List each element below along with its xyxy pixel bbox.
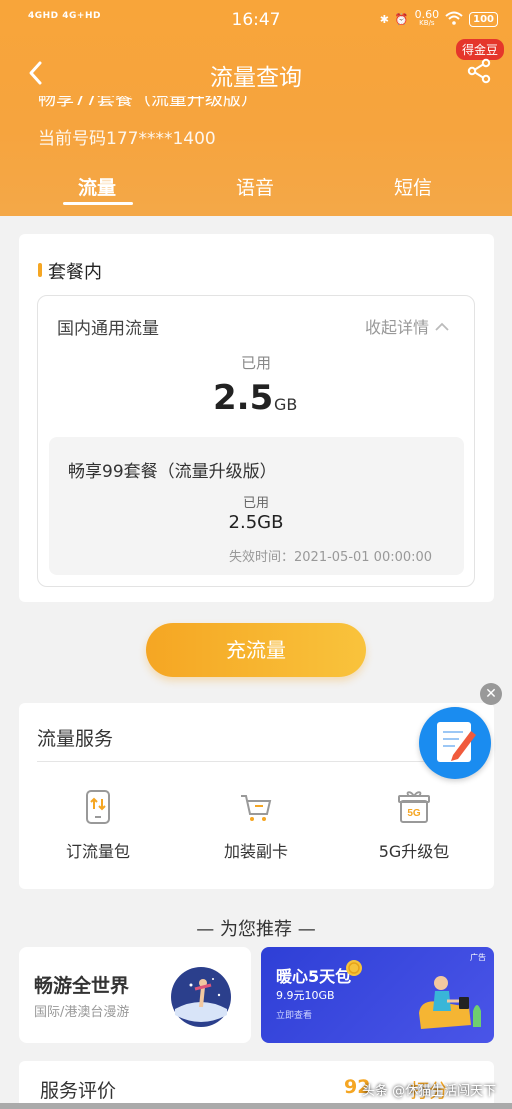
service-item-extra-card[interactable]: 加装副卡 bbox=[196, 790, 316, 862]
collapse-details-button[interactable]: 收起详情 bbox=[365, 314, 450, 338]
alarm-icon: ⏰ bbox=[394, 12, 409, 26]
status-bar: 4GHD 4G+HD 16:47 ✱ ⏰ 0.60 KB/s 100 bbox=[0, 0, 512, 40]
expire-time: 失效时间：2021-05-01 00:00:00 bbox=[229, 550, 433, 565]
section-marker bbox=[38, 263, 42, 277]
collapse-label: 收起详情 bbox=[365, 318, 430, 337]
warm-pack-cta[interactable]: 立即查看 bbox=[276, 1008, 312, 1021]
watermark: 头条 @休猫生活闯天下 bbox=[362, 1084, 497, 1099]
recharge-data-button[interactable]: 充流量 bbox=[146, 623, 366, 677]
battery-indicator: 100 bbox=[469, 11, 498, 27]
gift-5g-icon: 5G bbox=[398, 791, 430, 823]
tab-voice[interactable]: 语音 bbox=[236, 173, 274, 200]
warm-pack-price: 9.9元10GB bbox=[276, 989, 335, 1002]
roaming-subtitle: 国际/港澳台漫游 bbox=[34, 1005, 130, 1020]
globe-illustration-icon bbox=[171, 967, 231, 1027]
used-unit: GB bbox=[274, 395, 298, 414]
divider bbox=[37, 761, 437, 762]
service-label: 加装副卡 bbox=[223, 842, 288, 861]
share-icon bbox=[467, 58, 491, 84]
services-title: 流量服务 bbox=[37, 728, 114, 750]
close-float-button[interactable]: ✕ bbox=[480, 683, 502, 705]
roaming-title: 畅游全世界 bbox=[34, 975, 130, 997]
review-title: 服务评价 bbox=[40, 1080, 117, 1102]
phone-number: 当前号码177****1400 bbox=[38, 129, 216, 149]
person-sofa-illustration-icon bbox=[419, 976, 481, 1029]
service-item-data-pack[interactable]: 订流量包 bbox=[38, 790, 158, 862]
network-speed: 0.60 bbox=[414, 8, 440, 21]
service-item-5g-pack[interactable]: 5G 5G升级包 bbox=[354, 790, 474, 862]
bluetooth-icon: ✱ bbox=[379, 12, 389, 26]
recommend-card-warm-pack[interactable]: 暖心5天包 9.9元10GB 立即查看 广告 bbox=[261, 947, 494, 1043]
used-label: 已用 bbox=[240, 354, 271, 372]
service-label: 5G升级包 bbox=[378, 842, 450, 861]
section-title: 套餐内 bbox=[48, 262, 102, 283]
wifi-icon bbox=[445, 11, 463, 28]
detail-used-label: 已用 bbox=[242, 496, 269, 511]
ad-label: 广告 bbox=[470, 953, 486, 962]
phone-data-icon bbox=[86, 790, 110, 824]
detail-used-value: 2.5GB bbox=[228, 512, 284, 533]
floating-note-button[interactable] bbox=[419, 707, 491, 779]
recommend-card-roaming[interactable]: 畅游全世界 国际/港澳台漫游 bbox=[19, 947, 251, 1043]
used-value: 2.5 bbox=[213, 378, 274, 418]
share-button[interactable] bbox=[466, 58, 492, 84]
warm-pack-title: 暖心5天包 bbox=[276, 967, 352, 986]
scroll-indicator bbox=[0, 1103, 512, 1109]
package-name: 畅享77套餐（流量升级版） bbox=[38, 96, 259, 110]
coin-badge[interactable]: 得金豆 bbox=[455, 39, 504, 60]
tab-data[interactable]: 流量 bbox=[78, 173, 116, 200]
cart-icon bbox=[241, 795, 272, 821]
coin-icon bbox=[346, 960, 362, 976]
service-label: 订流量包 bbox=[65, 842, 130, 861]
page-title: 流量查询 bbox=[210, 65, 302, 91]
usage-card-title: 国内通用流量 bbox=[57, 319, 159, 339]
tab-sms[interactable]: 短信 bbox=[394, 173, 432, 200]
chevron-up-icon bbox=[435, 322, 449, 331]
recommend-title: — 为您推荐 — bbox=[196, 919, 316, 940]
svg-text:5G: 5G bbox=[407, 808, 421, 819]
note-pencil-icon bbox=[437, 722, 476, 762]
detail-package-name: 畅享99套餐（流量升级版） bbox=[68, 462, 277, 482]
tab-indicator bbox=[63, 202, 133, 205]
